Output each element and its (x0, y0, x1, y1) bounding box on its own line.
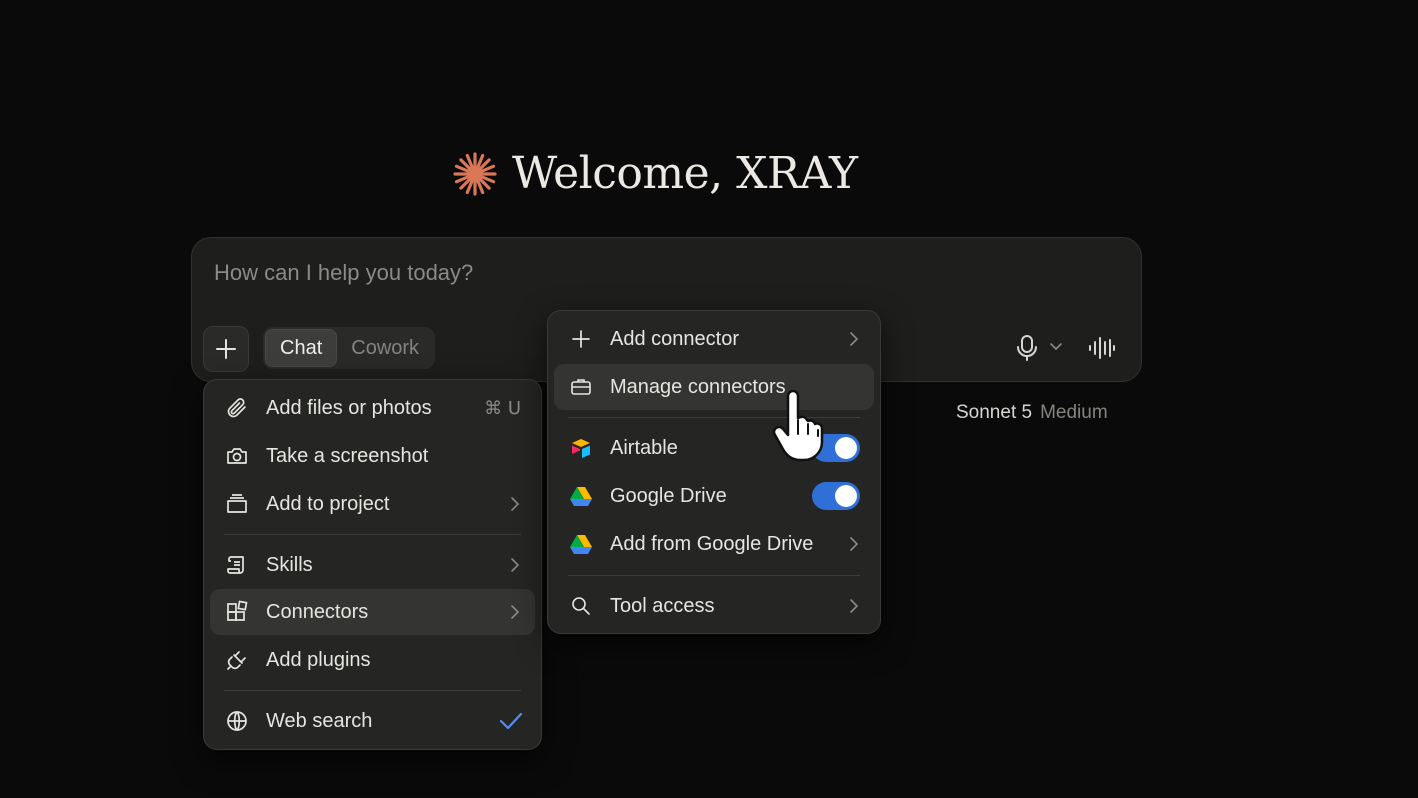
microphone-icon[interactable] (1016, 334, 1038, 362)
airtable-icon (568, 435, 594, 461)
menu-item-label: Google Drive (610, 484, 727, 507)
model-level: Medium (1040, 402, 1108, 423)
plug-icon (224, 647, 250, 673)
claude-logo-icon (453, 151, 497, 196)
menu-item-label: Add plugins (266, 648, 371, 671)
chevron-right-icon (511, 497, 520, 511)
paperclip-icon (224, 395, 250, 421)
menu-item-skills[interactable]: Skills (210, 542, 535, 588)
voice-mode-icon[interactable] (1088, 336, 1116, 360)
menu-item-label: Skills (266, 553, 313, 576)
menu-item-add-files[interactable]: Add files or photos ⌘ U (210, 385, 535, 431)
mode-chat-tab[interactable]: Chat (265, 329, 338, 367)
plus-icon (216, 339, 236, 359)
menu-item-manage-connectors[interactable]: Manage connectors (554, 364, 874, 410)
menu-item-label: Take a screenshot (266, 444, 429, 467)
menu-item-tool-access[interactable]: Tool access (554, 583, 874, 629)
menu-divider (224, 534, 521, 535)
chevron-right-icon (511, 605, 520, 619)
menu-item-add-to-project[interactable]: Add to project (210, 481, 535, 527)
menu-item-add-connector[interactable]: Add connector (554, 316, 874, 362)
menu-item-connectors[interactable]: Connectors (210, 589, 535, 635)
model-selector[interactable]: Sonnet 5 Medium (956, 402, 1108, 424)
scroll-icon (224, 552, 250, 578)
checkmark-icon (499, 712, 523, 730)
shortcut-hint: ⌘ U (484, 397, 521, 419)
menu-divider (224, 690, 521, 691)
attach-menu: Add files or photos ⌘ U Take a screensho… (203, 379, 542, 750)
camera-icon (224, 443, 250, 469)
google-drive-icon (568, 483, 594, 509)
google-drive-icon (568, 531, 594, 557)
welcome-header: Welcome, XRAY (452, 148, 858, 199)
connectors-icon (224, 599, 250, 625)
connectors-submenu: Add connector Manage connectors Airtable… (547, 310, 881, 634)
hand-pointer-cursor-icon (772, 390, 824, 462)
menu-item-web-search[interactable]: Web search (210, 698, 535, 744)
project-icon (224, 491, 250, 517)
briefcase-icon (568, 374, 594, 400)
chevron-right-icon (850, 332, 859, 346)
menu-item-label: Add files or photos (266, 396, 432, 419)
menu-item-google-drive[interactable]: Google Drive (554, 473, 874, 519)
menu-item-label: Add from Google Drive (610, 532, 814, 555)
search-icon (568, 593, 594, 619)
chevron-right-icon (511, 558, 520, 572)
menu-item-screenshot[interactable]: Take a screenshot (210, 433, 535, 479)
model-name: Sonnet 5 (956, 402, 1033, 423)
menu-item-label: Add to project (266, 492, 390, 515)
chevron-right-icon (850, 599, 859, 613)
menu-item-label: Add connector (610, 327, 739, 350)
mode-cowork-tab[interactable]: Cowork (337, 329, 433, 367)
menu-item-add-from-google-drive[interactable]: Add from Google Drive (554, 521, 874, 567)
chevron-down-icon[interactable] (1050, 342, 1062, 352)
mode-toggle[interactable]: Chat Cowork (263, 327, 436, 369)
plus-icon (568, 326, 594, 352)
menu-divider (568, 575, 860, 576)
menu-item-label: Connectors (266, 600, 369, 623)
menu-item-label: Manage connectors (610, 375, 786, 398)
menu-item-airtable[interactable]: Airtable (554, 425, 874, 471)
globe-icon (224, 708, 250, 734)
menu-item-add-plugins[interactable]: Add plugins (210, 637, 535, 683)
menu-item-label: Web search (266, 709, 373, 732)
google-drive-toggle[interactable] (812, 482, 860, 510)
welcome-title: Welcome, XRAY (512, 148, 858, 199)
chevron-right-icon (850, 537, 859, 551)
menu-item-label: Tool access (610, 594, 715, 617)
attach-button[interactable] (203, 326, 249, 372)
prompt-input[interactable]: How can I help you today? (214, 260, 473, 286)
